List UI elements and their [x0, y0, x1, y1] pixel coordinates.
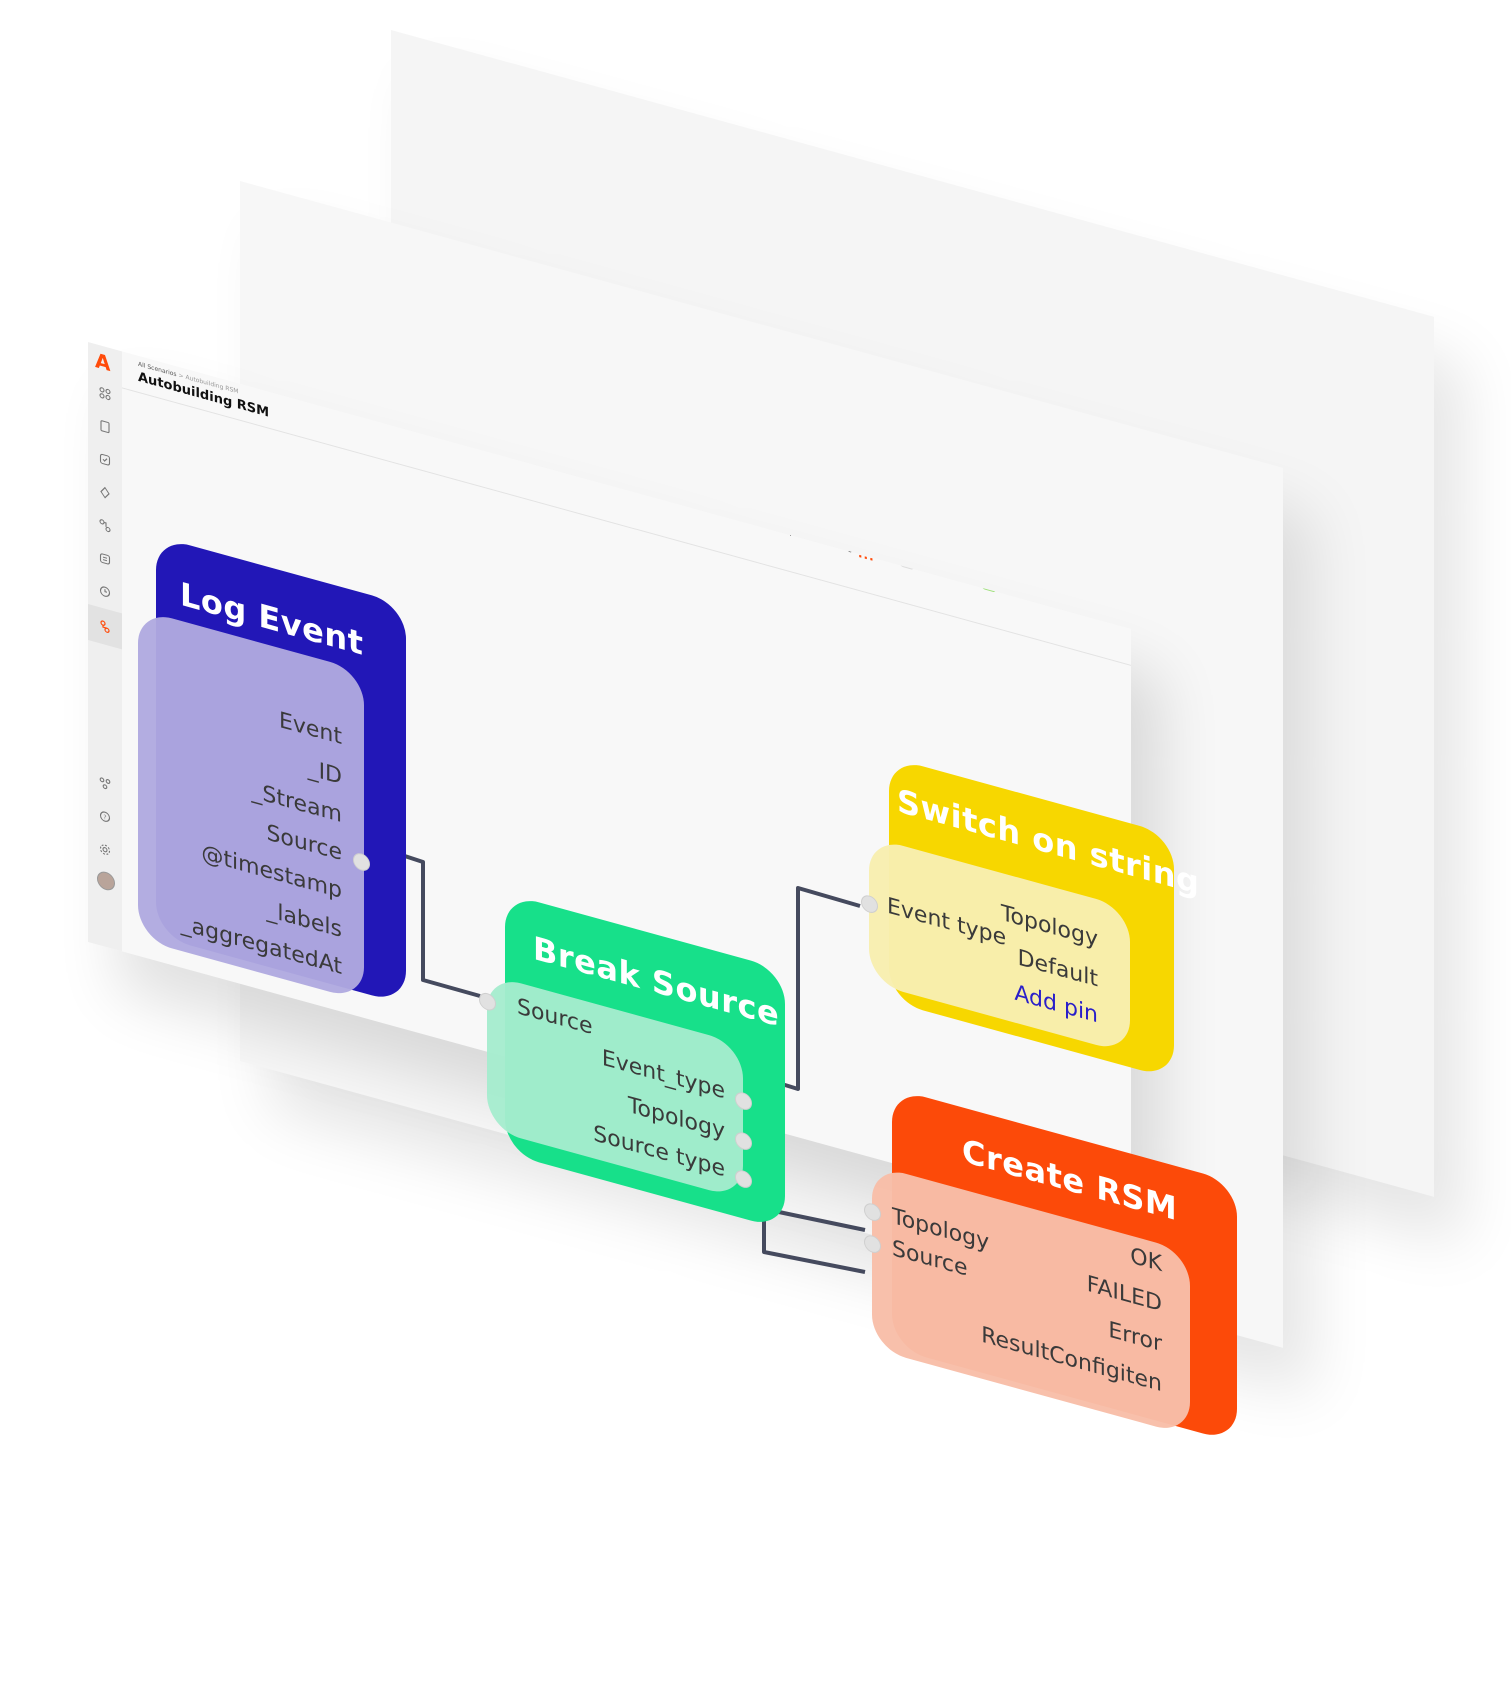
- svg-text:?: ?: [103, 814, 106, 822]
- output-pin-ok: OK: [1130, 1243, 1162, 1278]
- breadcrumb-separator: >: [178, 371, 184, 381]
- input-connector-source[interactable]: [865, 1234, 880, 1254]
- scenario-icon[interactable]: [88, 604, 122, 650]
- node-body-log-event: Event _ID _Stream Source @timestamp _lab…: [138, 609, 369, 1002]
- sidebar: A ?: [88, 342, 122, 952]
- output-pin-error: Error: [1108, 1317, 1162, 1358]
- checklist-icon[interactable]: [98, 451, 112, 469]
- avatar[interactable]: [97, 869, 115, 893]
- output-pin-event-type: Event_type: [601, 1045, 725, 1105]
- flow-icon[interactable]: [98, 517, 112, 535]
- help-icon[interactable]: ?: [98, 808, 112, 826]
- app-logo[interactable]: A: [95, 348, 110, 376]
- output-pin-source: Source: [266, 820, 342, 867]
- output-pin-failed: FAILED: [1086, 1271, 1162, 1318]
- settings-icon[interactable]: [98, 841, 112, 859]
- pin-icon[interactable]: [98, 484, 112, 502]
- output-pin-labels: _labels: [266, 897, 342, 944]
- input-pin-source: Source: [517, 994, 593, 1041]
- input-pin-event-type: Event type: [887, 893, 1007, 952]
- output-pin-topology: Topology: [1000, 900, 1098, 953]
- dashboard-icon[interactable]: [98, 385, 112, 403]
- team-icon[interactable]: [98, 775, 112, 793]
- output-pin-event: Event: [278, 707, 342, 751]
- output-pin-id: _ID: [307, 755, 342, 791]
- clock-icon[interactable]: [98, 583, 112, 601]
- calendar-icon[interactable]: [98, 550, 112, 568]
- file-icon[interactable]: [98, 418, 112, 436]
